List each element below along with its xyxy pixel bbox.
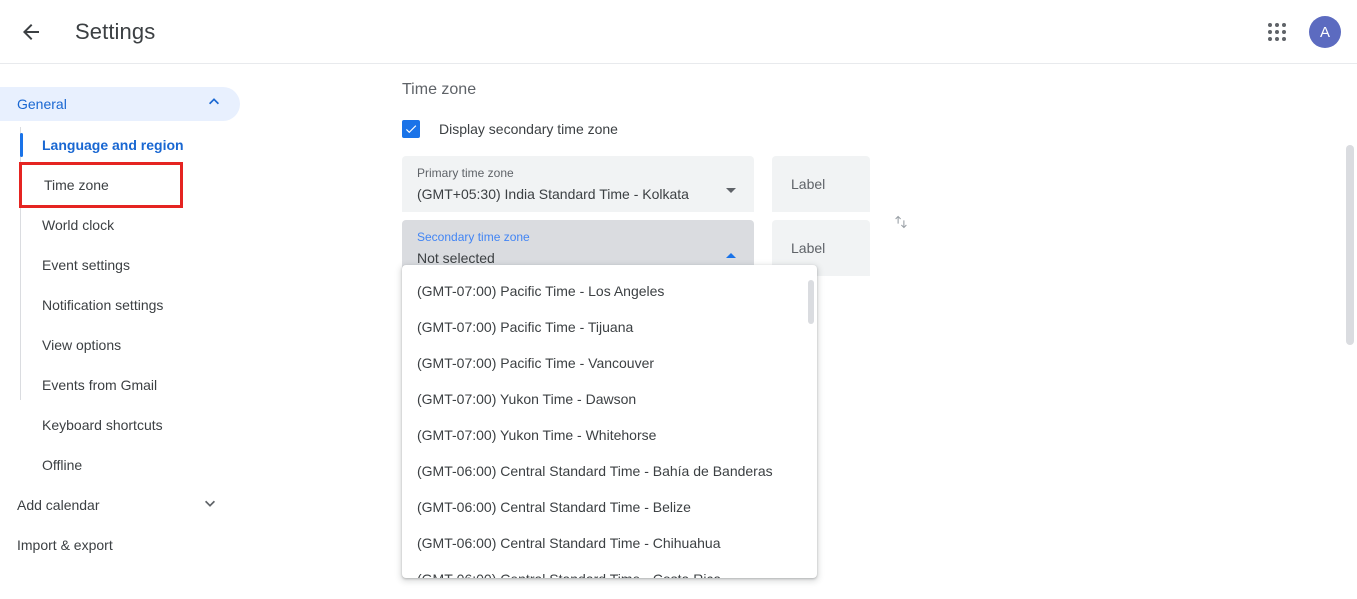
sidebar-item-label: Import & export [17,537,113,553]
sidebar-item-offline[interactable]: Offline [20,445,256,485]
primary-timezone-label: Primary time zone [417,166,514,180]
timezone-fields-row: Primary time zone (GMT+05:30) India Stan… [402,156,1357,276]
sidebar-item-label: Notification settings [42,297,164,313]
label-column: Label Label [772,156,870,276]
sidebar-section-general[interactable]: General [0,87,240,121]
arrow-left-icon [23,23,39,40]
dropdown-option[interactable]: (GMT-07:00) Pacific Time - Vancouver [402,345,817,381]
swap-timezones-button[interactable] [881,202,921,242]
primary-timezone-label-input[interactable]: Label [772,156,870,212]
app-header: Settings A [0,0,1357,64]
chevron-down-icon [200,494,220,517]
settings-page: Settings A General Language and region T… [0,0,1357,599]
sidebar-item-events-from-gmail[interactable]: Events from Gmail [20,365,256,405]
display-secondary-timezone-checkbox[interactable] [402,120,420,138]
secondary-timezone-dropdown[interactable]: (GMT-07:00) Pacific Time - Los Angeles (… [402,265,817,578]
apps-grid-button[interactable] [1257,12,1297,52]
check-icon [405,125,417,134]
settings-sidebar: General Language and region Time zone Wo… [0,65,256,599]
avatar[interactable]: A [1309,16,1341,48]
sidebar-section-label: General [17,96,67,112]
primary-timezone-select[interactable]: Primary time zone (GMT+05:30) India Stan… [402,156,754,212]
sidebar-item-label: Time zone [44,177,109,193]
secondary-timezone-label: Secondary time zone [417,230,530,244]
dropdown-scrollbar[interactable] [808,280,814,324]
swap-vertical-icon [895,215,907,229]
dropdown-option[interactable]: (GMT-06:00) Central Standard Time - Bahí… [402,453,817,489]
page-scrollbar[interactable] [1346,145,1354,345]
chevron-up-icon [204,92,224,117]
chevron-down-icon [725,182,737,200]
sidebar-item-label: Keyboard shortcuts [42,417,163,433]
section-title: Time zone [402,81,477,98]
page-title: Settings [75,18,156,44]
header-actions: A [1257,0,1345,64]
field-spacer [402,212,754,220]
sidebar-item-label: World clock [42,217,115,233]
sidebar-item-label: Offline [42,457,83,473]
display-secondary-timezone-label: Display secondary time zone [439,121,618,137]
primary-timezone-value: (GMT+05:30) India Standard Time - Kolkat… [417,186,689,202]
sidebar-item-label: Language and region [42,137,184,153]
sidebar-item-label: Add calendar [17,497,100,513]
dropdown-option[interactable]: (GMT-06:00) Central Standard Time - Chih… [402,525,817,561]
sidebar-item-keyboard-shortcuts[interactable]: Keyboard shortcuts [20,405,256,445]
sidebar-item-import-export[interactable]: Import & export [0,525,240,565]
sidebar-item-add-calendar[interactable]: Add calendar [0,485,240,525]
timezone-select-column: Primary time zone (GMT+05:30) India Stan… [402,156,754,276]
dropdown-option[interactable]: (GMT-07:00) Pacific Time - Los Angeles [402,273,817,309]
sidebar-item-view-options[interactable]: View options [20,325,256,365]
sidebar-item-label: View options [42,337,122,353]
dropdown-option[interactable]: (GMT-07:00) Pacific Time - Tijuana [402,309,817,345]
sidebar-item-language-and-region[interactable]: Language and region [20,125,256,165]
dropdown-option[interactable]: (GMT-06:00) Central Standard Time - Cost… [402,561,817,578]
active-indicator [20,133,23,157]
sidebar-item-event-settings[interactable]: Event settings [20,245,256,285]
chevron-up-icon [725,246,737,264]
sidebar-item-notification-settings[interactable]: Notification settings [20,285,256,325]
sidebar-item-label: Event settings [42,257,130,273]
dropdown-option[interactable]: (GMT-07:00) Yukon Time - Dawson [402,381,817,417]
dropdown-option[interactable]: (GMT-07:00) Yukon Time - Whitehorse [402,417,817,453]
sidebar-sub-list: Language and region Time zone World cloc… [0,125,256,485]
dropdown-option[interactable]: (GMT-06:00) Central Standard Time - Beli… [402,489,817,525]
apps-grid-icon [1268,23,1286,41]
sidebar-item-world-clock[interactable]: World clock [20,205,256,245]
sidebar-item-label: Events from Gmail [42,377,158,393]
display-secondary-timezone-row: Display secondary time zone [402,118,1357,140]
time-zone-section: Time zone Display secondary time zone Pr… [256,65,1357,276]
back-button[interactable] [9,10,53,54]
sidebar-item-time-zone[interactable]: Time zone [19,162,183,208]
